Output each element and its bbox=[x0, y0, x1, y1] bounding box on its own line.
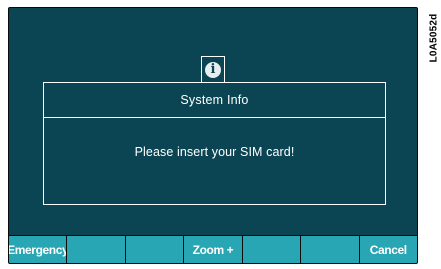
softkey-bar: Emergency Zoom + Cancel bbox=[9, 235, 417, 263]
cancel-softkey[interactable]: Cancel bbox=[359, 236, 417, 263]
softkey-2[interactable] bbox=[67, 236, 126, 263]
dialog-title-bar: System Info bbox=[43, 82, 386, 118]
system-info-dialog: i System Info Please insert your SIM car… bbox=[43, 56, 386, 205]
dialog-message: Please insert your SIM card! bbox=[134, 144, 295, 159]
softkey-3[interactable] bbox=[125, 236, 185, 263]
info-icon-frame: i bbox=[201, 56, 225, 82]
device-screen: i System Info Please insert your SIM car… bbox=[8, 7, 418, 264]
softkey-6[interactable] bbox=[301, 236, 360, 263]
dialog-title: System Info bbox=[180, 93, 249, 107]
info-icon: i bbox=[205, 61, 221, 78]
softkey-5[interactable] bbox=[242, 236, 302, 263]
dialog-body: Please insert your SIM card! bbox=[43, 116, 386, 205]
zoom-in-softkey[interactable]: Zoom + bbox=[184, 236, 243, 263]
figure-reference-label: L0A5052d bbox=[428, 13, 440, 63]
emergency-softkey[interactable]: Emergency bbox=[9, 236, 68, 263]
